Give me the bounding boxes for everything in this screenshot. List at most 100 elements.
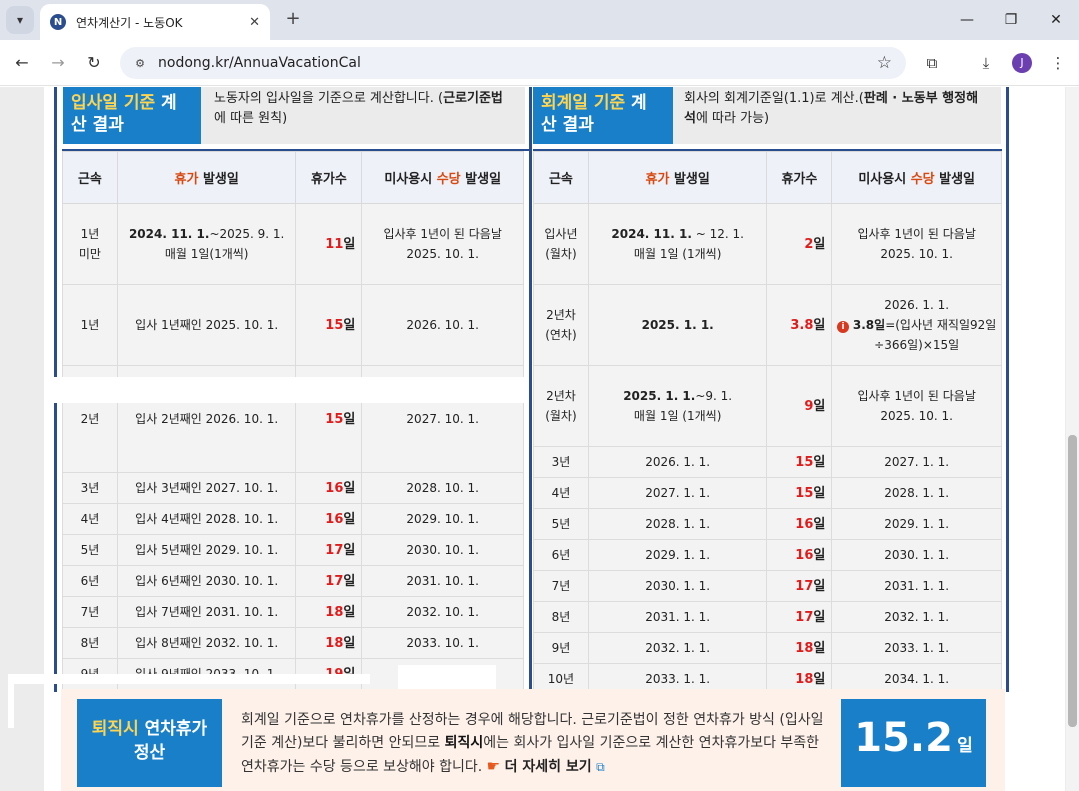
badge-text: 계 xyxy=(625,93,647,113)
settlement-badge: 퇴직시 연차휴가 정산 xyxy=(77,699,222,787)
address-bar[interactable]: ⚙ nodong.kr/AnnuaVacationCal ☆ xyxy=(120,47,906,79)
cell-days: 18일 xyxy=(295,627,363,659)
table-row: 1년 미만 2024. 11. 1.~2025. 9. 1. 매월 1일(1개씩) … xyxy=(62,203,524,285)
cell-tenure: 6년 xyxy=(533,539,589,571)
desc-text-2: 에 따라 가능) xyxy=(695,111,770,126)
col-leave-date: 휴가 발생일 xyxy=(116,151,297,204)
cell-date: 2027. 1. 1. xyxy=(587,477,768,509)
back-arrow-icon[interactable]: ← xyxy=(10,51,34,75)
scrollbar-thumb[interactable] xyxy=(1068,435,1077,727)
cell-days: 11일 xyxy=(295,203,363,285)
more-details-link[interactable]: 더 자세히 보기 xyxy=(505,759,592,775)
desc-bold-2: 석 xyxy=(684,111,696,126)
cell-days: 15일 xyxy=(766,477,833,509)
cell-days: 17일 xyxy=(766,601,833,633)
desc-bold: 판례 · 노동부 행정해 xyxy=(863,91,979,106)
cell-days: 9일 xyxy=(766,365,833,447)
badge-highlight: 회계일 기준 xyxy=(541,93,626,113)
cell-tenure: 8년 xyxy=(533,601,589,633)
cell-tenure: 9년 xyxy=(533,632,589,664)
col-unused-pay: 미사용시 수당 발생일 xyxy=(361,151,524,204)
window-close-icon[interactable]: ✕ xyxy=(1044,8,1068,32)
col-tenure: 근속 xyxy=(62,151,118,204)
cell-days: 15일 xyxy=(295,284,363,366)
cell-date: 입사 1년째인 2025. 10. 1. xyxy=(116,284,297,366)
site-info-icon[interactable]: ⚙ xyxy=(130,53,150,73)
cell-date: 2032. 1. 1. xyxy=(587,632,768,664)
minimize-icon[interactable]: — xyxy=(955,8,979,32)
overlay-strip xyxy=(44,377,524,403)
more-vert-icon[interactable]: ⋮ xyxy=(1046,51,1070,75)
badge-text: 연차휴가 xyxy=(138,719,208,739)
cell-days: 2일 xyxy=(766,203,833,285)
table-row: 9년 2032. 1. 1. 18일 2033. 1. 1. xyxy=(533,632,1002,664)
table-row: 5년 2028. 1. 1. 16일 2029. 1. 1. xyxy=(533,508,1002,540)
table-row: 7년 2030. 1. 1. 17일 2031. 1. 1. xyxy=(533,570,1002,602)
cell-pay: 2029. 1. 1. xyxy=(831,508,1002,540)
table-header: 근속 휴가 발생일 휴가수 미사용시 수당 발생일 xyxy=(533,151,1002,204)
reload-icon[interactable]: ↻ xyxy=(82,51,106,75)
cell-date: 입사 8년째인 2032. 10. 1. xyxy=(116,627,297,659)
table-row: 6년 2029. 1. 1. 16일 2030. 1. 1. xyxy=(533,539,1002,571)
cell-pay: 2031. 1. 1. xyxy=(831,570,1002,602)
cell-tenure: 입사년 (월차) xyxy=(533,203,589,285)
external-link-icon[interactable]: ⧉ xyxy=(596,760,605,774)
cell-pay: 2032. 10. 1. xyxy=(361,596,524,628)
forward-arrow-icon[interactable]: → xyxy=(46,51,70,75)
hire-date-description: 노동자의 입사일을 기준으로 계산합니다. (근로기준법 에 따른 원칙) xyxy=(214,89,524,129)
cell-days: 16일 xyxy=(295,472,363,504)
table-row: 4년 입사 4년째인 2028. 10. 1. 16일 2029. 10. 1. xyxy=(62,503,524,535)
cell-date: 입사 7년째인 2031. 10. 1. xyxy=(116,596,297,628)
cell-days: 16일 xyxy=(295,503,363,535)
extensions-icon[interactable]: ⧉ xyxy=(920,51,944,75)
cell-date: 2024. 11. 1. ~ 12. 1. 매월 1일 (1개씩) xyxy=(587,203,768,285)
cell-pay: 2029. 10. 1. xyxy=(361,503,524,535)
fiscal-date-description: 회사의 회계기준일(1.1)로 계산.(판례 · 노동부 행정해 석에 따라 가… xyxy=(684,89,998,129)
url-text[interactable]: nodong.kr/AnnuaVacationCal xyxy=(158,55,877,71)
browser-tab[interactable]: N 연차계산기 - 노동OK ✕ xyxy=(40,4,270,40)
avatar[interactable]: J xyxy=(1012,53,1032,73)
cell-date: 2030. 1. 1. xyxy=(587,570,768,602)
badge-highlight: 퇴직시 xyxy=(91,719,139,739)
cell-tenure: 2년차 (월차) xyxy=(533,365,589,447)
cell-pay: 2033. 10. 1. xyxy=(361,627,524,659)
tab-title: 연차계산기 - 노동OK xyxy=(76,15,183,30)
cell-tenure: 5년 xyxy=(62,534,118,566)
cell-date: 입사 5년째인 2029. 10. 1. xyxy=(116,534,297,566)
cell-date: 입사 4년째인 2028. 10. 1. xyxy=(116,503,297,535)
badge-text: 계 xyxy=(155,93,177,113)
cell-tenure: 1년 xyxy=(62,284,118,366)
plus-icon[interactable]: + xyxy=(282,8,304,30)
cell-tenure: 2년차 (연차) xyxy=(533,284,589,366)
cell-tenure: 7년 xyxy=(62,596,118,628)
col-tenure: 근속 xyxy=(533,151,589,204)
cell-date: 입사 6년째인 2030. 10. 1. xyxy=(116,565,297,597)
close-icon[interactable]: ✕ xyxy=(249,15,260,30)
retirement-settlement-banner: 퇴직시 연차휴가 정산 회계일 기준으로 연차휴가를 산정하는 경우에 해당합니… xyxy=(61,689,1005,791)
tab-bar: ▾ N 연차계산기 - 노동OK ✕ + — ❐ ✕ xyxy=(0,0,1079,40)
col-days: 휴가수 xyxy=(766,151,833,204)
table-row: 3년 2026. 1. 1. 15일 2027. 1. 1. xyxy=(533,446,1002,478)
cell-pay: 2026. 10. 1. xyxy=(361,284,524,366)
star-icon[interactable]: ☆ xyxy=(877,53,892,73)
table-row: 8년 입사 8년째인 2032. 10. 1. 18일 2033. 10. 1. xyxy=(62,627,524,659)
cell-tenure: 3년 xyxy=(533,446,589,478)
download-icon[interactable]: ⤓ xyxy=(974,51,998,75)
cell-date: 2028. 1. 1. xyxy=(587,508,768,540)
restore-icon[interactable]: ❐ xyxy=(999,8,1023,32)
badge-text-2: 산 결과 xyxy=(541,115,594,135)
cell-date: 2031. 1. 1. xyxy=(587,601,768,633)
site-favicon-icon: N xyxy=(50,14,66,30)
cell-days: 17일 xyxy=(766,570,833,602)
cell-pay: 2028. 1. 1. xyxy=(831,477,1002,509)
desc-text: 노동자의 입사일을 기준으로 계산합니다. ( xyxy=(214,91,444,106)
tab-search-button[interactable]: ▾ xyxy=(6,6,34,34)
info-icon[interactable]: i xyxy=(837,321,850,333)
result-unit: 일 xyxy=(957,736,973,756)
cell-date: 입사 3년째인 2027. 10. 1. xyxy=(116,472,297,504)
cell-pay: 2030. 1. 1. xyxy=(831,539,1002,571)
cell-pay: 입사후 1년이 된 다음날 2025. 10. 1. xyxy=(361,203,524,285)
cell-tenure: 6년 xyxy=(62,565,118,597)
overlay-strip xyxy=(8,674,370,684)
fiscal-date-badge: 회계일 기준 계 산 결과 xyxy=(533,87,673,144)
